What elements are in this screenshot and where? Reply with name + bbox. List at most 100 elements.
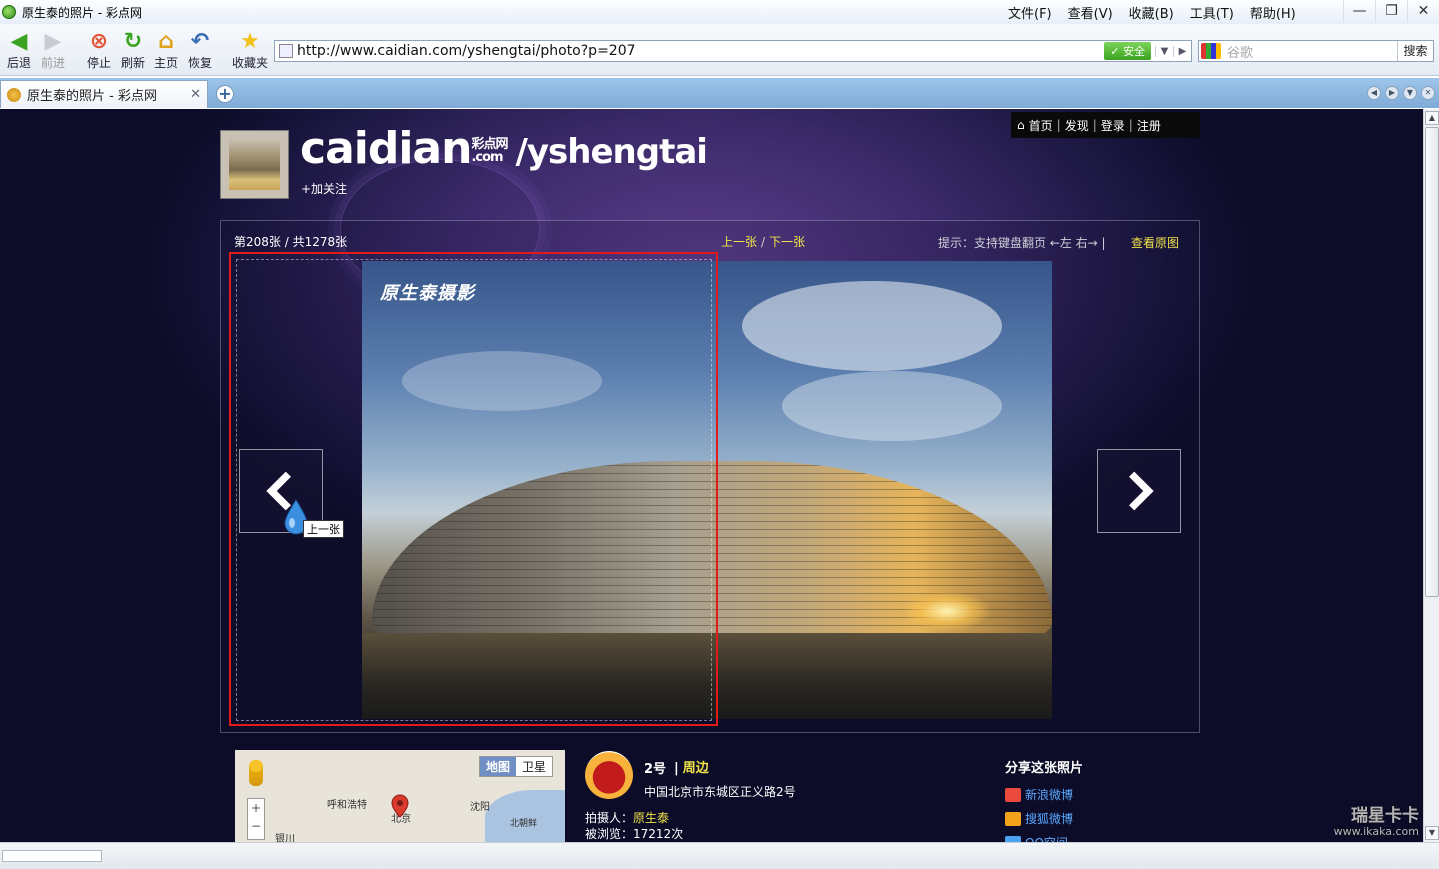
back-label: 后退 (6, 56, 31, 70)
map-city: 呼和浩特 (327, 800, 367, 811)
tab-left-icon[interactable]: ◀ (1367, 86, 1381, 100)
user-avatar[interactable] (220, 130, 289, 199)
stop-button[interactable]: ⊗ 停止 (82, 28, 116, 71)
photographer-link[interactable]: 原生泰 (633, 811, 669, 825)
follow-button[interactable]: +加关注 (301, 180, 347, 197)
page-viewport: ⌂ 首页 | 发现 | 登录 | 注册 caidian彩点网 .com/yshengta… (0, 109, 1423, 842)
scroll-down-icon[interactable]: ▼ (1425, 826, 1439, 840)
photo-cloud (782, 371, 1002, 441)
forward-arrow-icon: ▶ (44, 28, 62, 54)
tab-close-all-icon[interactable]: ✕ (1421, 86, 1435, 100)
nearby-link[interactable]: | 周边 (674, 757, 709, 776)
tab-right-icon[interactable]: ▶ (1385, 86, 1399, 100)
tab-title: 原生泰的照片 - 彩点网 (27, 89, 157, 104)
tab-active[interactable]: 原生泰的照片 - 彩点网 ✕ (0, 80, 208, 108)
menu-view[interactable]: 查看(V) (1068, 3, 1113, 22)
brand-watermark-line2: www.ikaka.com (1333, 825, 1419, 838)
status-bar (0, 842, 1439, 869)
views-label: 被浏览： (585, 827, 634, 841)
photo-meta: 拍摄人：原生泰 被浏览：17212次 (585, 810, 683, 842)
new-tab-button[interactable]: + (216, 85, 234, 103)
go-arrow-icon[interactable]: ▶ (1173, 45, 1191, 57)
street-view-pegman-icon[interactable] (249, 760, 263, 786)
share-qzone-label: QQ空间 (1025, 834, 1068, 842)
map-type-tabs: 地图 卫星 (479, 756, 554, 777)
nav-home[interactable]: 首页 (1029, 117, 1053, 134)
home-icon: ⌂ (158, 28, 174, 54)
place-avatar[interactable] (585, 751, 633, 799)
favorites-button[interactable]: ★ 收藏夹 (228, 28, 272, 71)
location-map[interactable]: + − 地图 卫星 呼和浩特 北京 沈阳 银川 北朝鲜 (235, 750, 565, 842)
address-url[interactable]: http://www.caidian.com/yshengtai/photo?p… (297, 43, 1104, 59)
stop-label: 停止 (86, 56, 111, 70)
photographer-label: 拍摄人： (585, 811, 634, 825)
menu-favorites[interactable]: 收藏(B) (1129, 3, 1174, 22)
brand-watermark: 瑞星卡卡 www.ikaka.com (1334, 808, 1419, 840)
next-photo-button[interactable] (1097, 449, 1181, 533)
restore-button[interactable]: ↶ 恢复 (183, 28, 217, 71)
refresh-icon: ↻ (123, 28, 143, 54)
undo-icon: ↶ (190, 28, 210, 54)
map-tab-satellite[interactable]: 卫星 (516, 757, 552, 776)
map-tab-map[interactable]: 地图 (480, 757, 517, 776)
logo-cn-bottom: .com (471, 150, 503, 165)
logo-text: caidian (300, 123, 472, 174)
security-badge[interactable]: ✓ 安全 (1104, 42, 1151, 60)
view-original-link[interactable]: 查看原图 (1131, 234, 1179, 251)
back-button[interactable]: ◀ 后退 (2, 28, 36, 71)
place-address: 中国北京市东城区正义路2号 (644, 785, 796, 799)
stop-icon: ⊗ (89, 28, 109, 54)
home-button[interactable]: ⌂ 主页 (149, 28, 183, 71)
loading-progress (2, 850, 102, 862)
brand-watermark-line1: 瑞星卡卡 (1351, 806, 1419, 826)
restore-label: 恢复 (187, 56, 212, 70)
site-nav: ⌂ 首页 | 发现 | 登录 | 注册 (1011, 112, 1200, 138)
map-pin-icon[interactable] (391, 794, 409, 818)
place-number: 2号 (644, 762, 667, 777)
refresh-label: 刷新 (120, 56, 145, 70)
views-count: 17212次 (633, 827, 684, 841)
prev-link[interactable]: 上一张 (721, 235, 757, 249)
tab-list-icon[interactable]: ▼ (1403, 86, 1417, 100)
vertical-scrollbar[interactable]: ▲ ▼ (1423, 109, 1439, 842)
search-input[interactable]: 谷歌 (1223, 42, 1397, 61)
address-dropdown-icon[interactable]: ▼ (1155, 45, 1173, 57)
address-bar[interactable]: http://www.caidian.com/yshengtai/photo?p… (274, 40, 1192, 62)
search-button[interactable]: 搜索 (1397, 41, 1433, 61)
share-title: 分享这张照片 (1005, 761, 1084, 776)
menu-file[interactable]: 文件(F) (1008, 3, 1052, 22)
nav-discover[interactable]: 发现 (1065, 117, 1089, 134)
window-controls: — ❐ ✕ (1343, 0, 1439, 22)
google-logo-icon[interactable] (1201, 43, 1221, 59)
refresh-button[interactable]: ↻ 刷新 (116, 28, 150, 71)
home-nav-icon: ⌂ (1017, 118, 1025, 132)
map-city: 银川 (275, 834, 295, 842)
share-sina[interactable]: 新浪微博 (1005, 786, 1073, 803)
tab-close-icon[interactable]: ✕ (190, 87, 201, 102)
scroll-up-icon[interactable]: ▲ (1425, 111, 1439, 125)
prev-tooltip: 上一张 (303, 520, 344, 538)
page-username: /yshengtai (515, 132, 707, 172)
share-sohu[interactable]: 搜狐微博 (1005, 810, 1073, 827)
map-zoom-control[interactable]: + − (247, 798, 265, 840)
nav-register[interactable]: 注册 (1137, 117, 1161, 134)
nav-login[interactable]: 登录 (1101, 117, 1125, 134)
minimize-button[interactable]: — (1343, 0, 1375, 22)
share-sina-label: 新浪微博 (1025, 788, 1074, 802)
menu-tools[interactable]: 工具(T) (1190, 3, 1234, 22)
scroll-thumb[interactable] (1425, 127, 1439, 597)
next-link[interactable]: 下一张 (769, 235, 805, 249)
site-logo[interactable]: caidian彩点网 .com/yshengtai (300, 123, 708, 174)
forward-button[interactable]: ▶ 前进 (36, 28, 70, 71)
share-qzone[interactable]: QQ空间 (1005, 834, 1068, 842)
maximize-button[interactable]: ❐ (1375, 0, 1407, 22)
search-box[interactable]: 谷歌 搜索 (1198, 40, 1434, 62)
home-label: 主页 (153, 56, 178, 70)
menu-help[interactable]: 帮助(H) (1250, 3, 1296, 22)
map-city: 北朝鲜 (510, 819, 538, 829)
back-arrow-icon: ◀ (10, 28, 28, 54)
keyboard-hint: 提示：支持键盘翻页 ←左 右→ | (938, 236, 1106, 250)
page-icon (279, 44, 293, 58)
close-window-button[interactable]: ✕ (1407, 0, 1439, 22)
place-separator: | (674, 761, 679, 776)
